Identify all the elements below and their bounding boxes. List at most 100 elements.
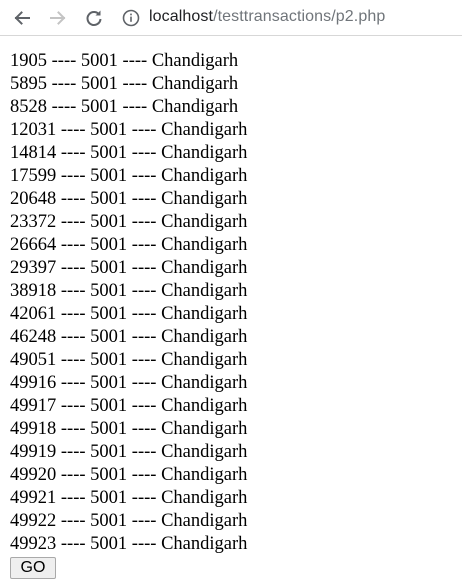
separator: ---- xyxy=(117,74,152,94)
record-row: 49917 ---- 5001 ---- Chandigarh xyxy=(10,395,247,418)
records-list: 1905 ---- 5001 ---- Chandigarh 5895 ---- … xyxy=(10,50,247,556)
record-row: 20648 ---- 5001 ---- Chandigarh xyxy=(10,188,247,211)
separator: ---- xyxy=(47,74,81,94)
record-code: 5001 xyxy=(90,534,128,554)
record-city: Chandigarh xyxy=(161,304,248,324)
record-code: 5001 xyxy=(90,166,128,186)
record-row: 46248 ---- 5001 ---- Chandigarh xyxy=(10,326,247,349)
separator: ---- xyxy=(127,442,162,462)
site-info-button[interactable] xyxy=(121,8,141,28)
arrow-left-icon xyxy=(14,11,30,25)
separator: ---- xyxy=(127,511,162,531)
separator: ---- xyxy=(127,304,162,324)
record-code: 5001 xyxy=(90,235,128,255)
record-city: Chandigarh xyxy=(161,373,248,393)
record-id: 49918 xyxy=(10,419,57,439)
record-city: Chandigarh xyxy=(161,396,248,416)
record-row: 14814 ---- 5001 ---- Chandigarh xyxy=(10,142,247,165)
address-bar[interactable]: localhost/testtransactions/p2.php xyxy=(149,7,385,27)
separator: ---- xyxy=(127,258,162,278)
separator: ---- xyxy=(127,166,162,186)
record-id: 1905 xyxy=(10,51,47,71)
separator: ---- xyxy=(127,120,162,140)
record-row: 38918 ---- 5001 ---- Chandigarh xyxy=(10,280,247,303)
record-id: 49917 xyxy=(10,396,57,416)
record-code: 5001 xyxy=(90,419,128,439)
record-city: Chandigarh xyxy=(161,143,248,163)
back-button[interactable] xyxy=(10,6,34,30)
record-city: Chandigarh xyxy=(151,74,239,94)
separator: ---- xyxy=(56,350,91,370)
record-id: 20648 xyxy=(10,189,57,209)
record-code: 5001 xyxy=(90,327,128,347)
record-city: Chandigarh xyxy=(161,189,248,209)
separator: ---- xyxy=(56,281,91,301)
record-code: 5001 xyxy=(90,258,128,278)
record-row: 8528 ---- 5001 ---- Chandigarh xyxy=(10,96,247,119)
record-city: Chandigarh xyxy=(161,534,248,554)
separator: ---- xyxy=(127,327,162,347)
record-city: Chandigarh xyxy=(161,442,248,462)
arrow-right-icon xyxy=(50,11,66,25)
record-city: Chandigarh xyxy=(161,488,248,508)
separator: ---- xyxy=(56,396,91,416)
record-id: 42061 xyxy=(10,304,57,324)
record-city: Chandigarh xyxy=(161,120,248,140)
record-row: 49919 ---- 5001 ---- Chandigarh xyxy=(10,441,247,464)
record-id: 49916 xyxy=(10,373,57,393)
record-code: 5001 xyxy=(80,97,118,117)
record-code: 5001 xyxy=(90,373,128,393)
record-row: 1905 ---- 5001 ---- Chandigarh xyxy=(10,50,247,73)
record-row: 29397 ---- 5001 ---- Chandigarh xyxy=(10,257,247,280)
separator: ---- xyxy=(127,488,162,508)
record-city: Chandigarh xyxy=(161,258,248,278)
separator: ---- xyxy=(56,143,91,163)
record-code: 5001 xyxy=(90,442,128,462)
record-id: 49923 xyxy=(10,534,57,554)
separator: ---- xyxy=(56,212,91,232)
separator: ---- xyxy=(56,235,91,255)
separator: ---- xyxy=(117,97,152,117)
record-code: 5001 xyxy=(90,120,128,140)
record-code: 5001 xyxy=(80,74,118,94)
separator: ---- xyxy=(127,350,162,370)
separator: ---- xyxy=(56,189,91,209)
separator: ---- xyxy=(56,442,91,462)
separator: ---- xyxy=(56,166,91,186)
separator: ---- xyxy=(47,51,81,71)
reload-button[interactable] xyxy=(82,6,106,30)
record-code: 5001 xyxy=(90,212,128,232)
separator: ---- xyxy=(127,143,162,163)
record-city: Chandigarh xyxy=(161,166,248,186)
separator: ---- xyxy=(127,534,162,554)
reload-icon xyxy=(86,10,102,26)
separator: ---- xyxy=(127,396,162,416)
record-city: Chandigarh xyxy=(161,511,248,531)
separator: ---- xyxy=(56,258,91,278)
separator: ---- xyxy=(56,120,91,140)
separator: ---- xyxy=(127,419,162,439)
record-code: 5001 xyxy=(90,143,128,163)
go-button[interactable]: GO xyxy=(10,557,56,579)
record-row: 42061 ---- 5001 ---- Chandigarh xyxy=(10,303,247,326)
record-city: Chandigarh xyxy=(161,350,248,370)
separator: ---- xyxy=(127,235,162,255)
record-id: 29397 xyxy=(10,258,57,278)
separator: ---- xyxy=(127,281,162,301)
record-id: 5895 xyxy=(10,74,47,94)
record-city: Chandigarh xyxy=(161,465,248,485)
separator: ---- xyxy=(56,304,91,324)
record-row: 17599 ---- 5001 ---- Chandigarh xyxy=(10,165,247,188)
record-city: Chandigarh xyxy=(161,327,248,347)
forward-button[interactable] xyxy=(46,6,70,30)
record-code: 5001 xyxy=(90,281,128,301)
record-id: 46248 xyxy=(10,327,57,347)
record-city: Chandigarh xyxy=(161,235,248,255)
record-row: 49051 ---- 5001 ---- Chandigarh xyxy=(10,349,247,372)
record-city: Chandigarh xyxy=(161,419,248,439)
info-icon xyxy=(122,9,140,27)
separator: ---- xyxy=(47,97,81,117)
record-code: 5001 xyxy=(90,350,128,370)
record-id: 38918 xyxy=(10,281,57,301)
record-id: 49919 xyxy=(10,442,57,462)
